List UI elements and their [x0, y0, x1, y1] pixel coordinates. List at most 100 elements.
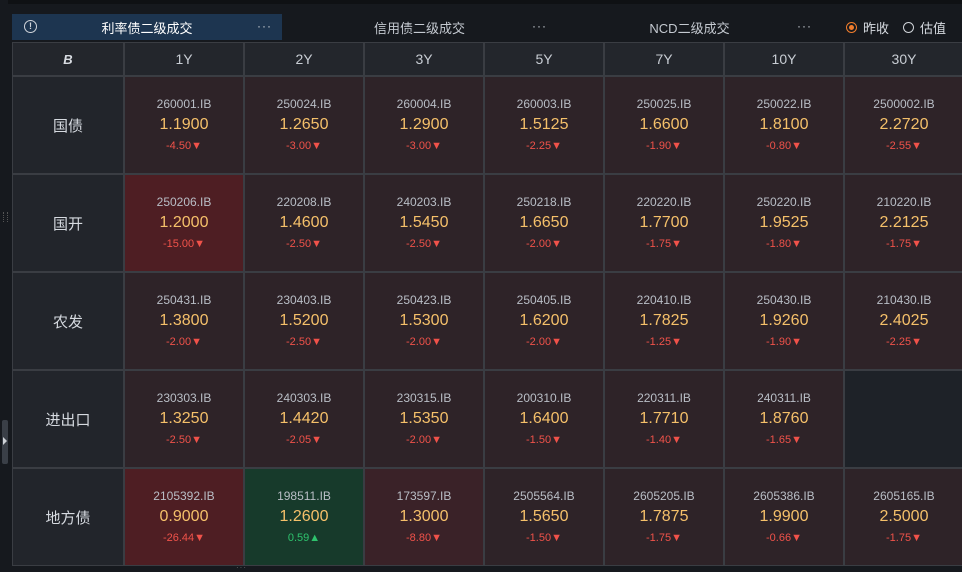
bond-code: 2605165.IB: [873, 489, 935, 503]
tab-label: NCD二级成交: [649, 20, 730, 36]
yield-value: 1.8760: [759, 410, 809, 427]
row-label: 农发: [13, 273, 123, 369]
yield-value: 1.7825: [639, 312, 689, 329]
bp-change: -1.65▼: [766, 434, 802, 446]
basis-radio-group: 昨收 估值: [846, 18, 960, 37]
quote-cell[interactable]: 2500002.IB 2.2720 -2.55▼: [845, 77, 962, 173]
tenor-header-30y[interactable]: 30Y: [845, 43, 962, 75]
tenor-header-3y[interactable]: 3Y: [365, 43, 483, 75]
quote-cell[interactable]: 220220.IB 1.7700 -1.75▼: [605, 175, 723, 271]
quote-cell[interactable]: 250220.IB 1.9525 -1.80▼: [725, 175, 843, 271]
bp-change: -1.75▼: [646, 532, 682, 544]
tenor-header-10y[interactable]: 10Y: [725, 43, 843, 75]
quote-cell[interactable]: 240311.IB 1.8760 -1.65▼: [725, 371, 843, 467]
tenor-header-7y[interactable]: 7Y: [605, 43, 723, 75]
info-icon[interactable]: !: [24, 20, 37, 33]
bond-code: 260001.IB: [156, 97, 212, 111]
quote-cell[interactable]: 260004.IB 1.2900 -3.00▼: [365, 77, 483, 173]
bp-change: 0.59▲: [287, 532, 321, 544]
quote-cell[interactable]: 173597.IB 1.3000 -8.80▼: [365, 469, 483, 565]
quote-cell[interactable]: 250022.IB 1.8100 -0.80▼: [725, 77, 843, 173]
bond-code: 2105392.IB: [153, 489, 215, 503]
quote-cell[interactable]: 260001.IB 1.1900 -4.50▼: [125, 77, 243, 173]
yield-value: 2.2720: [879, 116, 929, 133]
quote-cell[interactable]: 230315.IB 1.5350 -2.00▼: [365, 371, 483, 467]
row-label: 国开: [13, 175, 123, 271]
quote-cell[interactable]: 2505564.IB 1.5650 -1.50▼: [485, 469, 603, 565]
bp-change: -2.55▼: [886, 140, 922, 152]
bp-change: -2.00▼: [406, 336, 442, 348]
resize-dots[interactable]: ···: [236, 563, 247, 572]
yield-value: 2.2125: [879, 214, 929, 231]
more-options-icon[interactable]: ···: [797, 19, 812, 33]
bp-change: -26.44▼: [162, 532, 206, 544]
yield-value: 1.5200: [279, 312, 329, 329]
bond-code: 260003.IB: [516, 97, 572, 111]
bp-change: -2.00▼: [406, 434, 442, 446]
bond-code: 220410.IB: [636, 293, 692, 307]
quote-cell[interactable]: 250025.IB 1.6600 -1.90▼: [605, 77, 723, 173]
quote-cell[interactable]: 2605386.IB 1.9900 -0.66▼: [725, 469, 843, 565]
tenor-header-1y[interactable]: 1Y: [125, 43, 243, 75]
drag-grip[interactable]: [3, 212, 8, 222]
bond-code: 210430.IB: [876, 293, 932, 307]
bp-change: -2.00▼: [526, 238, 562, 250]
quote-cell[interactable]: 250206.IB 1.2000 -15.00▼: [125, 175, 243, 271]
quote-cell[interactable]: 250431.IB 1.3800 -2.00▼: [125, 273, 243, 369]
tab-ncd-secondary[interactable]: NCD二级成交 ···: [557, 14, 822, 40]
yield-value: 1.1900: [159, 116, 209, 133]
yield-value: 1.3250: [159, 410, 209, 427]
bp-change: -2.25▼: [886, 336, 922, 348]
quote-cell[interactable]: 250423.IB 1.5300 -2.00▼: [365, 273, 483, 369]
quote-cell[interactable]: 210430.IB 2.4025 -2.25▼: [845, 273, 962, 369]
quote-cell[interactable]: 250024.IB 1.2650 -3.00▼: [245, 77, 363, 173]
quote-cell[interactable]: 240203.IB 1.5450 -2.50▼: [365, 175, 483, 271]
more-options-icon[interactable]: ···: [532, 19, 547, 33]
quote-cell[interactable]: 220311.IB 1.7710 -1.40▼: [605, 371, 723, 467]
bond-code: 250024.IB: [276, 97, 332, 111]
quote-cell[interactable]: 220410.IB 1.7825 -1.25▼: [605, 273, 723, 369]
radio-valuation[interactable]: 估值: [903, 18, 946, 37]
more-options-icon[interactable]: ···: [257, 19, 272, 33]
bp-change: -1.90▼: [766, 336, 802, 348]
quote-cell[interactable]: 210220.IB 2.2125 -1.75▼: [845, 175, 962, 271]
bp-change: -2.05▼: [286, 434, 322, 446]
bond-code: 200310.IB: [516, 391, 572, 405]
yield-value: 1.5350: [399, 410, 449, 427]
tab-rate-bond-secondary[interactable]: ! 利率债二级成交 ···: [12, 14, 282, 40]
quote-cell[interactable]: 250430.IB 1.9260 -1.90▼: [725, 273, 843, 369]
quote-cell[interactable]: 250218.IB 1.6650 -2.00▼: [485, 175, 603, 271]
bond-code: 230315.IB: [396, 391, 452, 405]
quote-cell[interactable]: 230403.IB 1.5200 -2.50▼: [245, 273, 363, 369]
bond-code: 250206.IB: [156, 195, 212, 209]
bond-code: 240303.IB: [276, 391, 332, 405]
tenor-header-2y[interactable]: 2Y: [245, 43, 363, 75]
quote-cell[interactable]: 2605165.IB 2.5000 -1.75▼: [845, 469, 962, 565]
logo-icon: B: [63, 51, 73, 67]
bond-code: 250431.IB: [156, 293, 212, 307]
bp-change: -1.75▼: [886, 238, 922, 250]
quote-cell[interactable]: 230303.IB 1.3250 -2.50▼: [125, 371, 243, 467]
tenor-header-5y[interactable]: 5Y: [485, 43, 603, 75]
quote-cell[interactable]: 220208.IB 1.4600 -2.50▼: [245, 175, 363, 271]
quote-cell[interactable]: 200310.IB 1.6400 -1.50▼: [485, 371, 603, 467]
tab-credit-bond-secondary[interactable]: 信用债二级成交 ···: [282, 14, 557, 40]
yield-value: 1.8100: [759, 116, 809, 133]
quote-cell[interactable]: 2605205.IB 1.7875 -1.75▼: [605, 469, 723, 565]
quote-cell[interactable]: 240303.IB 1.4420 -2.05▼: [245, 371, 363, 467]
bp-change: -1.25▼: [646, 336, 682, 348]
yield-value: 1.4600: [279, 214, 329, 231]
top-strip: [0, 0, 962, 4]
quote-cell[interactable]: 260003.IB 1.5125 -2.25▼: [485, 77, 603, 173]
bond-code: 250218.IB: [516, 195, 572, 209]
collapse-handle[interactable]: [2, 420, 8, 464]
bond-code: 2605205.IB: [633, 489, 695, 503]
bp-change: -1.75▼: [646, 238, 682, 250]
quote-cell[interactable]: 250405.IB 1.6200 -2.00▼: [485, 273, 603, 369]
yield-value: 1.6650: [519, 214, 569, 231]
radio-prev-close[interactable]: 昨收: [846, 18, 889, 37]
row-label: 进出口: [13, 371, 123, 467]
quote-cell[interactable]: 198511.IB 1.2600 0.59▲: [245, 469, 363, 565]
yield-value: 2.4025: [879, 312, 929, 329]
quote-cell[interactable]: 2105392.IB 0.9000 -26.44▼: [125, 469, 243, 565]
